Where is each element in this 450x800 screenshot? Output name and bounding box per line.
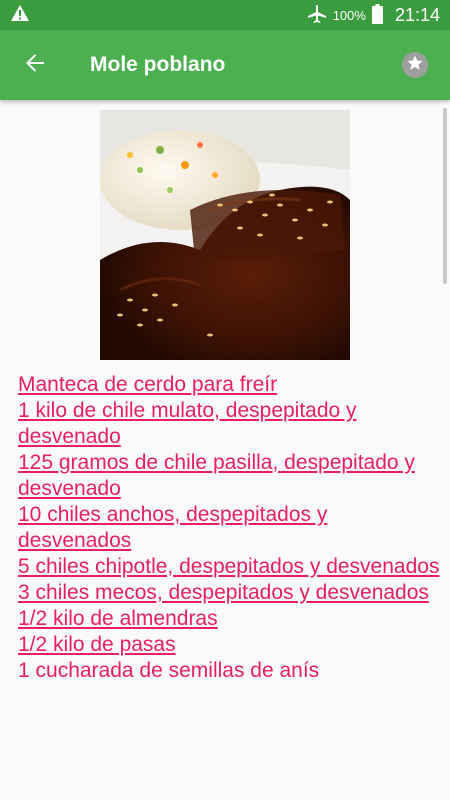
list-item[interactable]: 1/2 kilo de almendras	[18, 606, 446, 632]
ingredient-link[interactable]: 1/2 kilo de almendras	[18, 607, 218, 630]
ingredient-list: Manteca de cerdo para freír 1 kilo de ch…	[18, 372, 446, 684]
ingredient-link[interactable]: 5 chiles chipotle, despepitados y desven…	[18, 555, 439, 578]
ingredient-link[interactable]: 1/2 kilo de pasas	[18, 633, 176, 656]
star-icon	[406, 54, 424, 77]
clock: 21:14	[394, 4, 440, 25]
list-item[interactable]: 1 kilo de chile mulato, despepitado y de…	[18, 398, 446, 450]
ingredient-link[interactable]: 10 chiles anchos, despepitados y desvena…	[18, 503, 327, 552]
ingredient-link[interactable]: 3 chiles mecos, despepitados y desvenado…	[18, 581, 429, 604]
list-item[interactable]: Manteca de cerdo para freír	[18, 372, 446, 398]
list-item: 1 cucharada de semillas de anís	[18, 658, 446, 684]
page-title: Mole poblano	[90, 53, 226, 76]
warning-icon	[10, 4, 30, 27]
airplane-icon	[307, 4, 327, 27]
battery-icon	[371, 3, 383, 27]
ingredient-link[interactable]: 1 kilo de chile mulato, despepitado y de…	[18, 399, 357, 448]
status-bar: 100% 21:14	[0, 0, 450, 30]
ingredient-link[interactable]: Manteca de cerdo para freír	[18, 373, 277, 396]
list-item[interactable]: 1/2 kilo de pasas	[18, 632, 446, 658]
favorite-button[interactable]	[402, 52, 428, 78]
ingredient-link[interactable]: 125 gramos de chile pasilla, despepitado…	[18, 451, 415, 500]
list-item[interactable]: 125 gramos de chile pasilla, despepitado…	[18, 450, 446, 502]
battery-percent: 100%	[332, 7, 366, 23]
recipe-photo	[100, 110, 350, 360]
list-item[interactable]: 10 chiles anchos, despepitados y desvena…	[18, 502, 446, 554]
arrow-back-icon	[24, 52, 46, 79]
list-item[interactable]: 5 chiles chipotle, despepitados y desven…	[18, 554, 446, 580]
list-item[interactable]: 3 chiles mecos, despepitados y desvenado…	[18, 580, 446, 606]
ingredient-text: 1 cucharada de semillas de anís	[18, 659, 320, 682]
scrollbar[interactable]	[443, 108, 447, 284]
back-button[interactable]	[18, 48, 52, 82]
app-bar: Mole poblano	[0, 30, 450, 100]
